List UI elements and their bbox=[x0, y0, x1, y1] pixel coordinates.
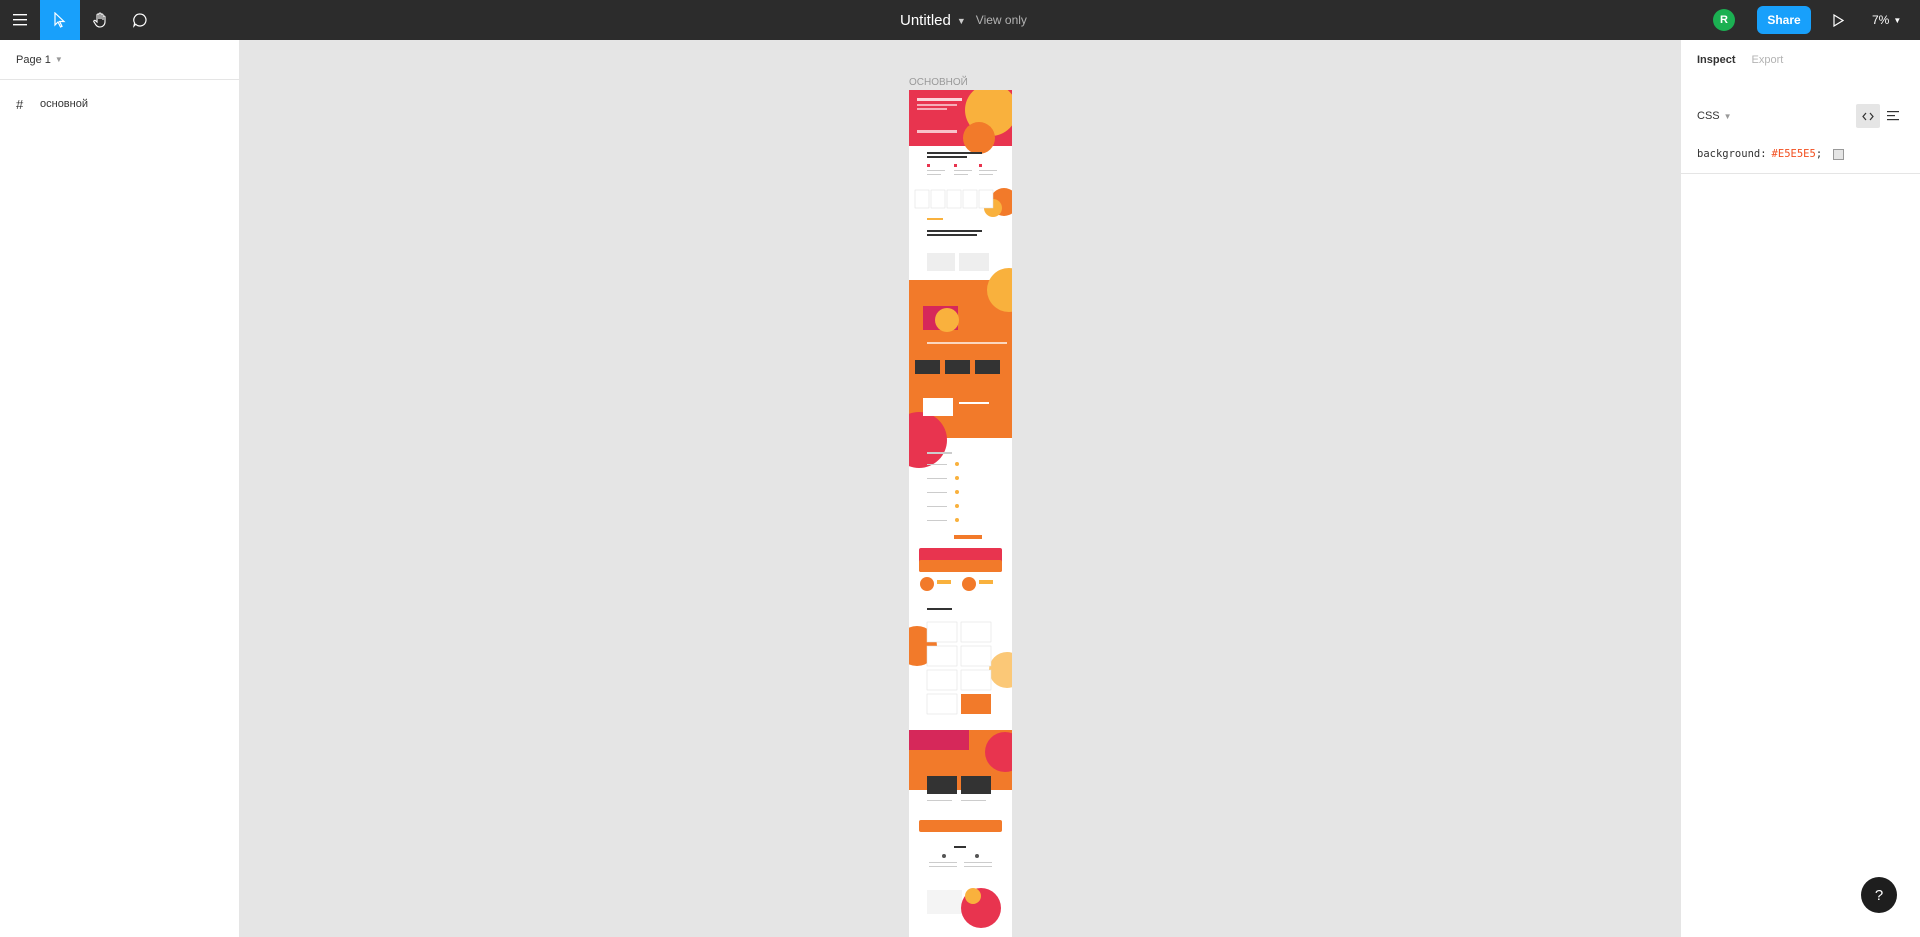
file-title-group[interactable]: Untitled ▼ View only bbox=[900, 0, 1027, 40]
color-swatch bbox=[1833, 148, 1845, 160]
top-toolbar: Untitled ▼ View only R Share 7% ▼ bbox=[0, 0, 1920, 40]
tab-inspect[interactable]: Inspect bbox=[1697, 54, 1736, 66]
list-lines-icon bbox=[1887, 111, 1899, 121]
layer-item-main-frame[interactable]: # основной bbox=[0, 88, 239, 120]
share-button[interactable]: Share bbox=[1757, 6, 1811, 34]
css-code-line[interactable]: background: #E5E5E5; bbox=[1697, 148, 1845, 160]
frame-label[interactable]: ОСНОВНОЙ bbox=[909, 77, 968, 88]
page-selector[interactable]: Page 1 ▼ bbox=[0, 40, 239, 80]
code-language-label: CSS bbox=[1697, 110, 1720, 122]
css-property: background: bbox=[1697, 148, 1767, 160]
hamburger-icon bbox=[13, 14, 27, 26]
inspect-tabs: Inspect Export bbox=[1681, 40, 1920, 80]
chevron-down-icon: ▼ bbox=[1893, 15, 1902, 25]
hand-tool-button[interactable] bbox=[80, 0, 120, 40]
inspect-panel: Inspect Export CSS ▼ background: #E5E5E5… bbox=[1680, 40, 1920, 937]
design-canvas[interactable]: ОСНОВНОЙ bbox=[240, 40, 1680, 937]
user-avatar[interactable]: R bbox=[1713, 9, 1735, 31]
comment-tool-button[interactable] bbox=[120, 0, 160, 40]
help-button[interactable]: ? bbox=[1861, 877, 1897, 913]
chevron-down-icon: ▼ bbox=[54, 55, 63, 64]
file-name[interactable]: Untitled bbox=[900, 12, 951, 29]
css-terminator: ; bbox=[1815, 148, 1823, 160]
zoom-level: 7% bbox=[1872, 13, 1890, 27]
code-brackets-icon bbox=[1862, 112, 1874, 120]
frame-thumbnail bbox=[909, 90, 1012, 928]
frame-hash-icon: # bbox=[16, 96, 24, 112]
chevron-down-icon: ▼ bbox=[1723, 111, 1732, 121]
code-language-row: CSS ▼ bbox=[1697, 104, 1905, 128]
layer-label: основной bbox=[40, 98, 88, 110]
view-mode-label: View only bbox=[975, 13, 1027, 27]
frame-main[interactable] bbox=[909, 90, 1012, 937]
play-icon bbox=[1833, 13, 1844, 27]
tab-export[interactable]: Export bbox=[1752, 54, 1784, 66]
list-view-toggle[interactable] bbox=[1881, 104, 1905, 128]
panel-divider bbox=[1681, 173, 1920, 174]
code-view-toggle[interactable] bbox=[1856, 104, 1880, 128]
code-language-dropdown[interactable]: CSS ▼ bbox=[1697, 110, 1732, 122]
comment-bubble-icon bbox=[133, 13, 147, 28]
page-name: Page 1 bbox=[16, 53, 51, 66]
main-menu-button[interactable] bbox=[0, 0, 40, 40]
present-button[interactable] bbox=[1826, 0, 1850, 40]
hand-icon bbox=[93, 12, 106, 28]
chevron-down-icon[interactable]: ▼ bbox=[957, 16, 966, 26]
zoom-dropdown[interactable]: 7% ▼ bbox=[1872, 0, 1901, 40]
layers-panel: Page 1 ▼ # основной bbox=[0, 40, 240, 937]
cursor-arrow-icon bbox=[54, 12, 66, 28]
move-tool-button[interactable] bbox=[40, 0, 80, 40]
css-value: #E5E5E5 bbox=[1771, 148, 1816, 160]
